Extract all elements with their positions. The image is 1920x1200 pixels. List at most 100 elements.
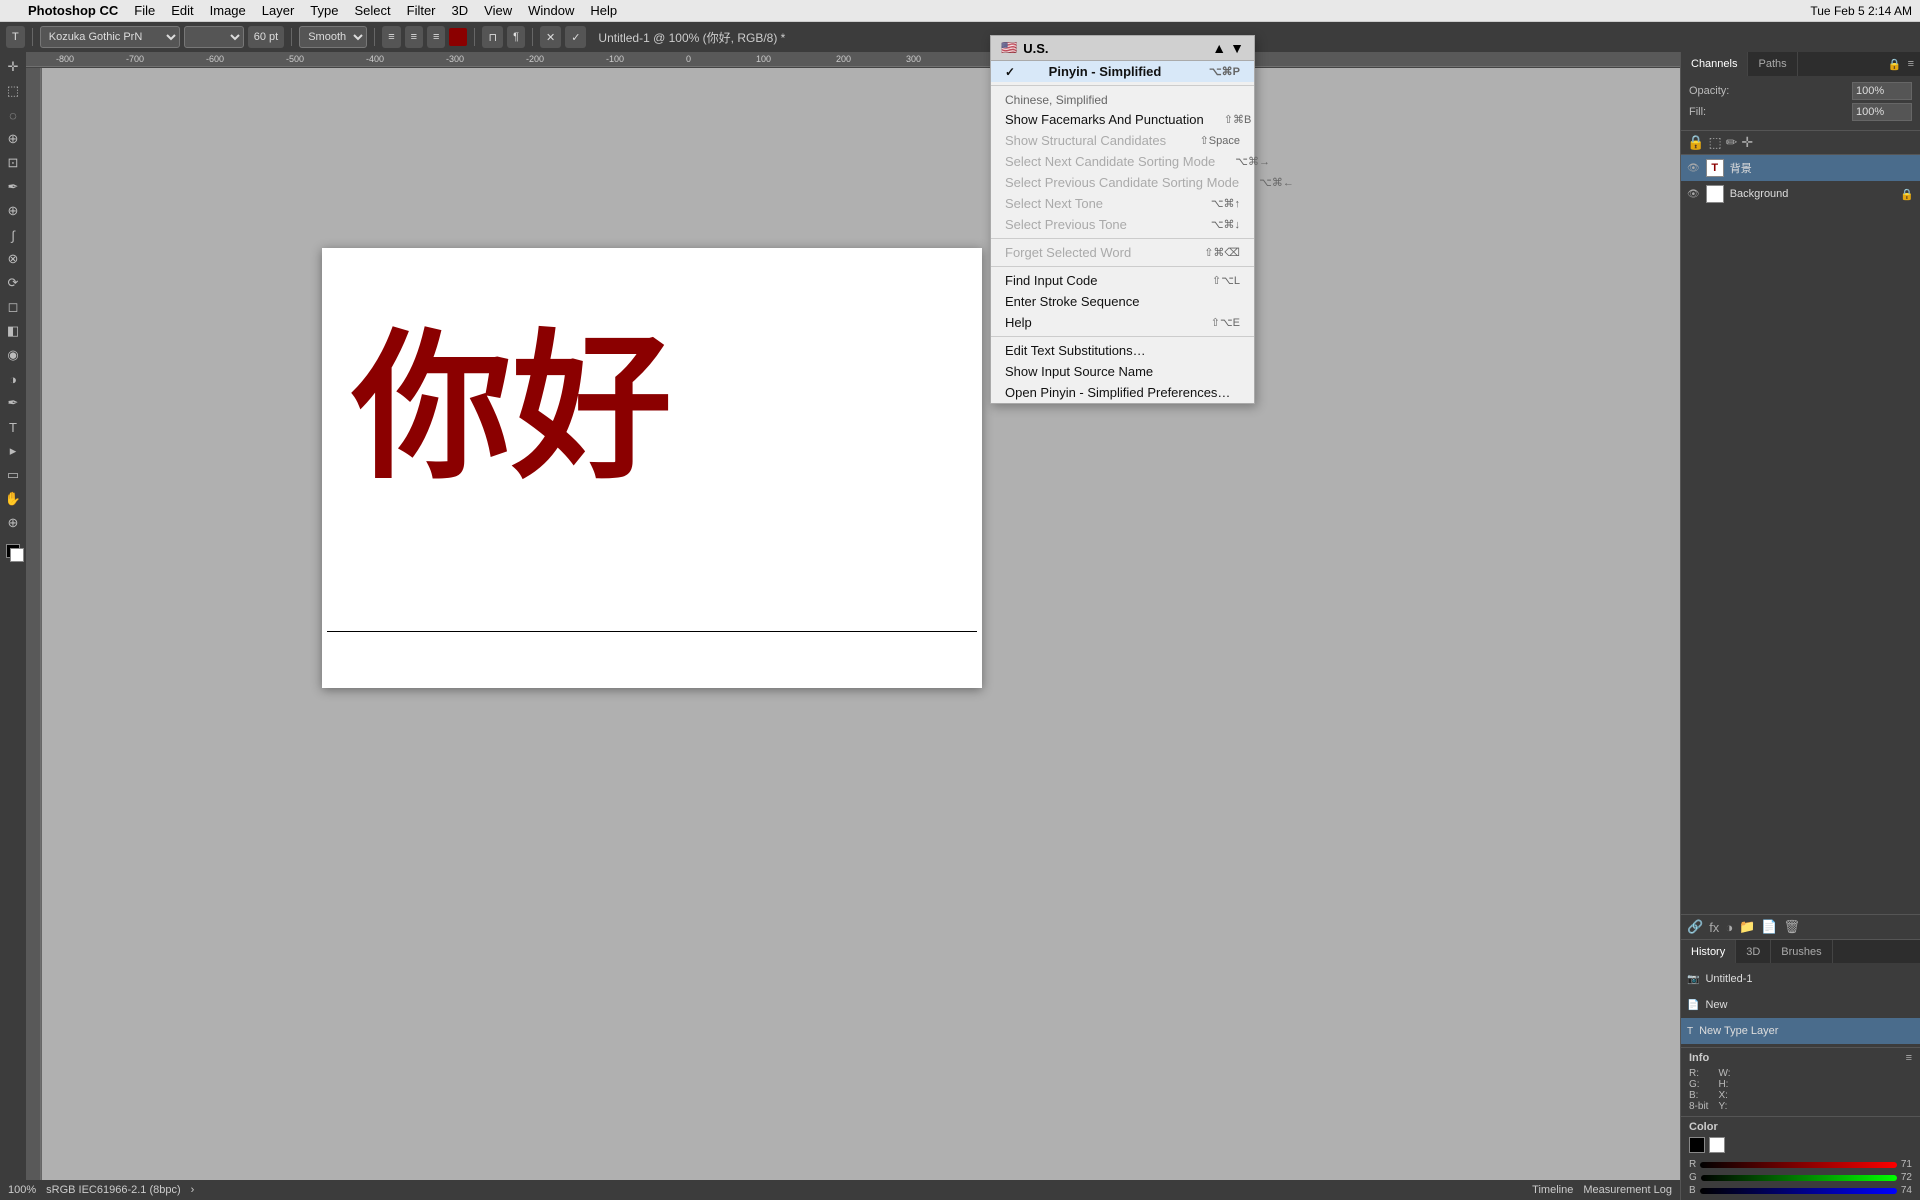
lock-transparent-icon[interactable]: ⬚: [1708, 134, 1721, 151]
view-menu[interactable]: View: [476, 3, 520, 18]
3d-menu[interactable]: 3D: [444, 3, 477, 18]
type-menu[interactable]: Type: [302, 3, 346, 18]
delete-layer-icon[interactable]: 🗑: [1784, 919, 1801, 935]
lock-all-icon[interactable]: 🔒: [1687, 134, 1704, 151]
history-item-label-2[interactable]: New Type Layer: [1699, 1025, 1778, 1037]
blur-tool[interactable]: ◉: [2, 344, 24, 366]
edit-subs-item[interactable]: Edit Text Substitutions…: [991, 340, 1254, 361]
color-b-slider[interactable]: [1700, 1188, 1897, 1194]
healing-brush-tool[interactable]: ⊕: [2, 200, 24, 222]
layer-menu[interactable]: Layer: [254, 3, 303, 18]
gradient-tool[interactable]: ◧: [2, 320, 24, 342]
text-layer-content[interactable]: 你好: [352, 328, 672, 488]
warp-text-icon[interactable]: ⊓: [482, 26, 503, 48]
horizontal-type-tool active[interactable]: T: [2, 416, 24, 438]
layer-name-background[interactable]: Background: [1730, 188, 1789, 200]
info-panel-options[interactable]: ≡: [1906, 1052, 1912, 1064]
rectangular-marquee-tool[interactable]: ⬚: [2, 80, 24, 102]
expand-icon[interactable]: ›: [191, 1184, 195, 1196]
filter-menu[interactable]: Filter: [399, 3, 444, 18]
background-swatch[interactable]: [1709, 1137, 1725, 1153]
tab-history[interactable]: History: [1681, 940, 1736, 963]
app-name[interactable]: Photoshop CC: [20, 3, 126, 18]
lock-position-icon[interactable]: ✛: [1741, 134, 1753, 151]
document-canvas[interactable]: 你好: [322, 248, 982, 688]
path-selection-tool[interactable]: ▸: [2, 440, 24, 462]
font-size-value[interactable]: 60 pt: [248, 26, 284, 48]
history-item-1[interactable]: 📄 New: [1681, 992, 1920, 1018]
font-family-select[interactable]: Kozuka Gothic PrN: [40, 26, 180, 48]
tab-paths[interactable]: Paths: [1748, 52, 1797, 76]
color-r-slider[interactable]: [1700, 1162, 1897, 1168]
move-tool[interactable]: ✛: [2, 56, 24, 78]
layer-visibility-icon[interactable]: 👁: [1687, 163, 1700, 174]
rectangle-tool[interactable]: ▭: [2, 464, 24, 486]
new-layer-icon[interactable]: 📄: [1761, 919, 1777, 935]
add-style-icon[interactable]: fx: [1709, 920, 1719, 935]
image-menu[interactable]: Image: [202, 3, 254, 18]
layer-item-background[interactable]: 👁 Background 🔒: [1681, 181, 1920, 207]
timeline-tab[interactable]: Timeline: [1532, 1184, 1573, 1196]
add-mask-icon[interactable]: ◑: [1725, 920, 1733, 935]
foreground-swatch[interactable]: [1689, 1137, 1705, 1153]
character-panel-icon[interactable]: ¶: [507, 26, 525, 48]
text-color-swatch[interactable]: [449, 28, 467, 46]
select-menu[interactable]: Select: [346, 3, 398, 18]
window-menu[interactable]: Window: [520, 3, 582, 18]
history-item-label-0[interactable]: Untitled-1: [1705, 973, 1752, 985]
history-item-0[interactable]: 📷 Untitled-1: [1681, 966, 1920, 992]
dodge-tool[interactable]: ◑: [2, 368, 24, 390]
zoom-tool[interactable]: ⊕: [2, 512, 24, 534]
align-right-icon[interactable]: ≡: [427, 26, 445, 48]
measurement-log-tab[interactable]: Measurement Log: [1583, 1184, 1672, 1196]
layer-name-text[interactable]: 背景: [1730, 160, 1752, 176]
enter-stroke-item[interactable]: Enter Stroke Sequence: [991, 291, 1254, 312]
edit-menu[interactable]: Edit: [163, 3, 201, 18]
help-item[interactable]: Help ⇧⌥E: [991, 312, 1254, 333]
anti-alias-select[interactable]: Smooth: [299, 26, 367, 48]
layers-options-icon[interactable]: ≡: [1908, 58, 1914, 70]
history-item-2[interactable]: T New Type Layer: [1681, 1018, 1920, 1044]
show-input-name-item[interactable]: Show Input Source Name: [991, 361, 1254, 382]
hand-tool[interactable]: ✋: [2, 488, 24, 510]
tab-channels[interactable]: Channels: [1681, 52, 1748, 76]
quick-selection-tool[interactable]: ⊕: [2, 128, 24, 150]
ime-up-arrow[interactable]: ▲: [1212, 40, 1226, 56]
pen-tool[interactable]: ✒: [2, 392, 24, 414]
commit-edit-icon[interactable]: ✓: [565, 26, 586, 48]
history-brush-tool[interactable]: ⟳: [2, 272, 24, 294]
layer-visibility-bg-icon[interactable]: 👁: [1687, 189, 1700, 200]
clone-stamp-tool[interactable]: ⊗: [2, 248, 24, 270]
foreground-color-swatch[interactable]: [2, 540, 24, 562]
color-g-slider[interactable]: [1701, 1175, 1897, 1181]
opacity-input[interactable]: [1852, 82, 1912, 100]
zoom-level[interactable]: 100%: [8, 1184, 36, 1196]
tool-mode-icon[interactable]: T: [6, 26, 25, 48]
link-layers-icon[interactable]: 🔗: [1687, 919, 1703, 935]
cancel-edit-icon[interactable]: ✕: [540, 26, 561, 48]
tab-brushes[interactable]: Brushes: [1771, 940, 1832, 963]
lasso-tool[interactable]: ◌: [2, 104, 24, 126]
file-menu[interactable]: File: [126, 3, 163, 18]
open-prefs-item[interactable]: Open Pinyin - Simplified Preferences…: [991, 382, 1254, 403]
crop-tool[interactable]: ⊡: [2, 152, 24, 174]
find-input-item[interactable]: Find Input Code ⇧⌥L: [991, 270, 1254, 291]
show-facemarks-item[interactable]: Show Facemarks And Punctuation ⇧⌘B: [991, 109, 1254, 130]
eyedropper-tool[interactable]: ✒: [2, 176, 24, 198]
layer-item-text[interactable]: 👁 T 背景: [1681, 155, 1920, 181]
brush-tool[interactable]: ∫: [2, 224, 24, 246]
font-style-select[interactable]: [184, 26, 244, 48]
lock-image-icon[interactable]: ✏: [1726, 134, 1738, 151]
tab-3d[interactable]: 3D: [1736, 940, 1771, 963]
svg-text:-300: -300: [446, 54, 464, 64]
history-item-label-1[interactable]: New: [1705, 999, 1727, 1011]
align-left-icon[interactable]: ≡: [382, 26, 400, 48]
align-center-icon[interactable]: ≡: [405, 26, 423, 48]
selected-ime-item[interactable]: Pinyin - Simplified ⌥⌘P: [991, 61, 1254, 82]
eraser-tool[interactable]: ◻: [2, 296, 24, 318]
ime-down-arrow[interactable]: ▼: [1230, 40, 1244, 56]
fill-input[interactable]: [1852, 103, 1912, 121]
help-menu[interactable]: Help: [582, 3, 625, 18]
layer-thumbnail-text: T: [1706, 159, 1724, 177]
create-group-icon[interactable]: 📁: [1739, 919, 1755, 935]
